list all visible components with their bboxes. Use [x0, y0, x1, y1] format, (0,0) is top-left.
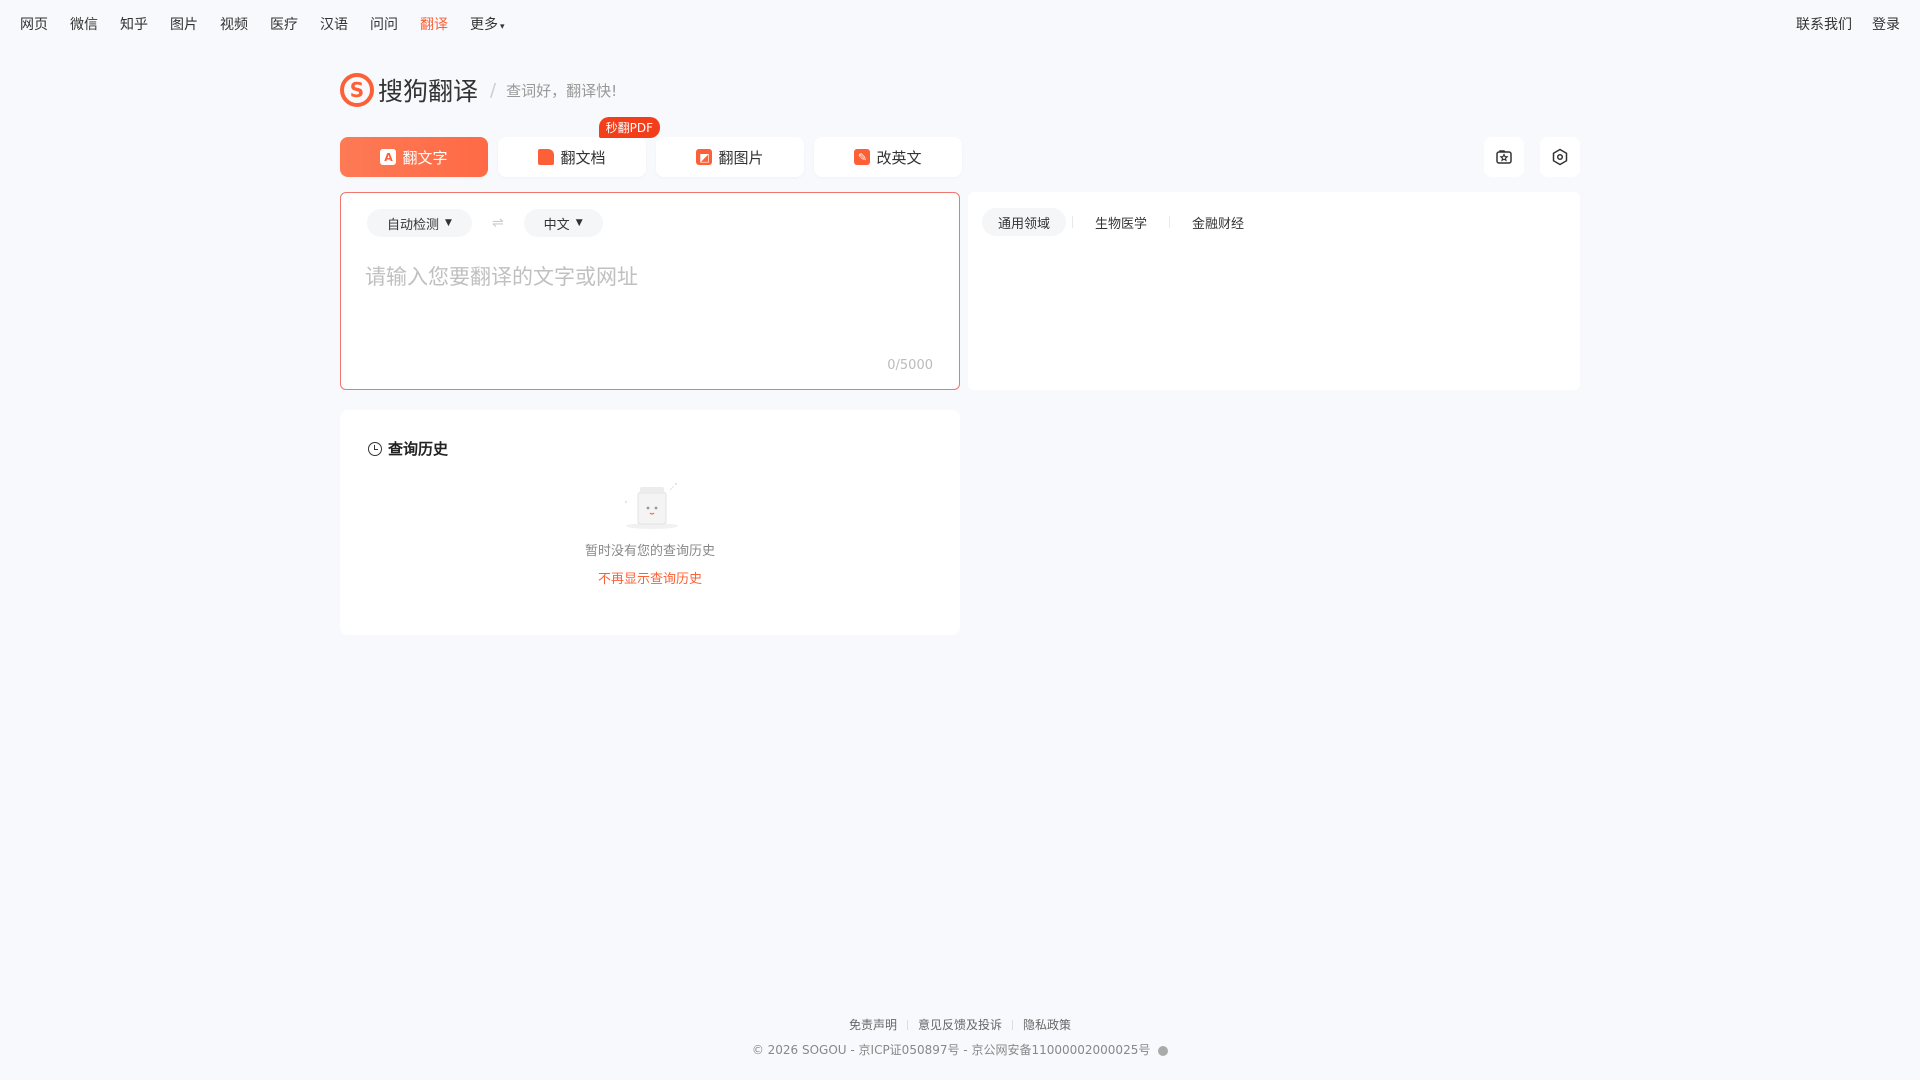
- domain-general[interactable]: 通用领域: [982, 208, 1067, 236]
- tool-buttons: [1484, 137, 1580, 177]
- caret-down-icon: ▼: [575, 218, 583, 228]
- nav-item-web[interactable]: 网页: [20, 14, 48, 34]
- source-text-input[interactable]: [365, 261, 935, 341]
- tab-correct-english[interactable]: ✎ 改英文: [814, 137, 962, 177]
- logo-row: S 搜狗翻译 / 查词好，翻译快!: [340, 70, 617, 110]
- domain-selector: 通用领域 生物医学 金融财经: [982, 208, 1260, 236]
- document-icon: [538, 149, 555, 165]
- domain-biomedical[interactable]: 生物医学: [1079, 208, 1163, 236]
- nav-item-more[interactable]: 更多 ▾: [470, 14, 505, 34]
- history-title: 查询历史: [368, 438, 448, 459]
- slogan: 查词好，翻译快!: [506, 81, 618, 100]
- disclaimer-link[interactable]: 免责声明: [849, 1016, 897, 1033]
- tab-translate-text[interactable]: A 翻文字: [340, 137, 488, 177]
- hide-history-link[interactable]: 不再显示查询历史: [340, 568, 960, 587]
- text-icon: A: [380, 149, 397, 165]
- police-badge-icon: [1158, 1045, 1169, 1056]
- caret-down-icon: ▼: [445, 218, 452, 228]
- contact-us-link[interactable]: 联系我们: [1796, 14, 1852, 34]
- sogou-logo-icon: S: [340, 73, 374, 107]
- divider: [1169, 216, 1171, 228]
- image-icon: ◩: [696, 149, 713, 165]
- feedback-link[interactable]: 意见反馈及投诉: [918, 1016, 1002, 1033]
- footer: 免责声明 意见反馈及投诉 隐私政策 © 2026 SOGOU - 京ICP证05…: [0, 1016, 1920, 1058]
- nav-more-label: 更多: [470, 17, 498, 33]
- language-selector-row: 自动检测 ▼ ⇌ 中文 ▼: [367, 209, 603, 237]
- empty-history-text: 暂时没有您的查询历史: [584, 544, 715, 559]
- target-language-select[interactable]: 中文 ▼: [523, 209, 603, 237]
- login-link[interactable]: 登录: [1872, 14, 1900, 34]
- gear-icon: [1552, 148, 1568, 166]
- nav-item-wenwen[interactable]: 问问: [370, 14, 398, 34]
- caret-down-icon: ▾: [500, 22, 505, 32]
- nav-item-weixin[interactable]: 微信: [70, 14, 98, 34]
- privacy-link[interactable]: 隐私政策: [1023, 1016, 1071, 1033]
- domain-finance[interactable]: 金融财经: [1176, 208, 1260, 236]
- pdf-badge: 秒翻PDF: [598, 117, 660, 138]
- tab-label: 翻文档: [560, 148, 606, 167]
- copyright-text: © 2026 SOGOU - 京ICP证050897号 - 京公网安备11000…: [751, 1043, 1151, 1057]
- nav-item-zhihu[interactable]: 知乎: [120, 14, 148, 34]
- history-title-label: 查询历史: [388, 440, 449, 458]
- top-nav: 网页 微信 知乎 图片 视频 医疗 汉语 问问 翻译 更多 ▾ 联系我们 登录: [0, 0, 1920, 44]
- source-language-select[interactable]: 自动检测 ▼: [367, 209, 472, 237]
- clock-icon: [368, 441, 382, 456]
- nav-links: 网页 微信 知乎 图片 视频 医疗 汉语 问问 翻译 更多 ▾: [20, 14, 527, 34]
- star-folder-icon: [1496, 150, 1512, 164]
- nav-item-images[interactable]: 图片: [170, 14, 198, 34]
- source-input-panel: 自动检测 ▼ ⇌ 中文 ▼ 0/5000: [340, 192, 960, 390]
- nav-item-hanyu[interactable]: 汉语: [320, 14, 348, 34]
- tab-translate-document[interactable]: 翻文档 秒翻PDF: [498, 117, 660, 177]
- swap-languages-icon[interactable]: ⇌: [492, 215, 504, 231]
- divider: [1012, 1019, 1013, 1030]
- settings-button[interactable]: [1540, 137, 1580, 177]
- tab-translate-image[interactable]: ◩ 翻图片: [656, 137, 804, 177]
- nav-right: 联系我们 登录: [1796, 14, 1900, 34]
- edit-icon: ✎: [854, 149, 871, 165]
- logo-divider: /: [490, 79, 497, 101]
- translation-output-panel: 通用领域 生物医学 金融财经: [968, 192, 1580, 390]
- target-language-label: 中文: [543, 217, 570, 233]
- divider: [906, 1019, 908, 1030]
- copyright: © 2026 SOGOU - 京ICP证050897号 - 京公网安备11000…: [0, 1041, 1920, 1058]
- favorites-button[interactable]: [1484, 137, 1524, 177]
- divider: [1072, 216, 1074, 228]
- tab-label: 改英文: [876, 148, 922, 167]
- mode-tabs: A 翻文字 翻文档 秒翻PDF ◩ 翻图片 ✎ 改英文: [340, 117, 962, 177]
- logo-text: 搜狗翻译: [378, 77, 479, 106]
- tab-label: 翻文字: [402, 148, 448, 167]
- empty-box-icon: [624, 482, 678, 529]
- footer-links: 免责声明 意见反馈及投诉 隐私政策: [0, 1016, 1920, 1033]
- tab-label: 翻图片: [718, 148, 764, 167]
- char-count: 0/5000: [887, 358, 933, 373]
- nav-item-translate[interactable]: 翻译: [420, 14, 448, 34]
- nav-item-video[interactable]: 视频: [220, 14, 248, 34]
- source-language-label: 自动检测: [387, 217, 440, 233]
- nav-item-medical[interactable]: 医疗: [270, 14, 298, 34]
- query-history-panel: 查询历史 暂时没有您的查询历史 不再显示查询历史: [340, 410, 960, 635]
